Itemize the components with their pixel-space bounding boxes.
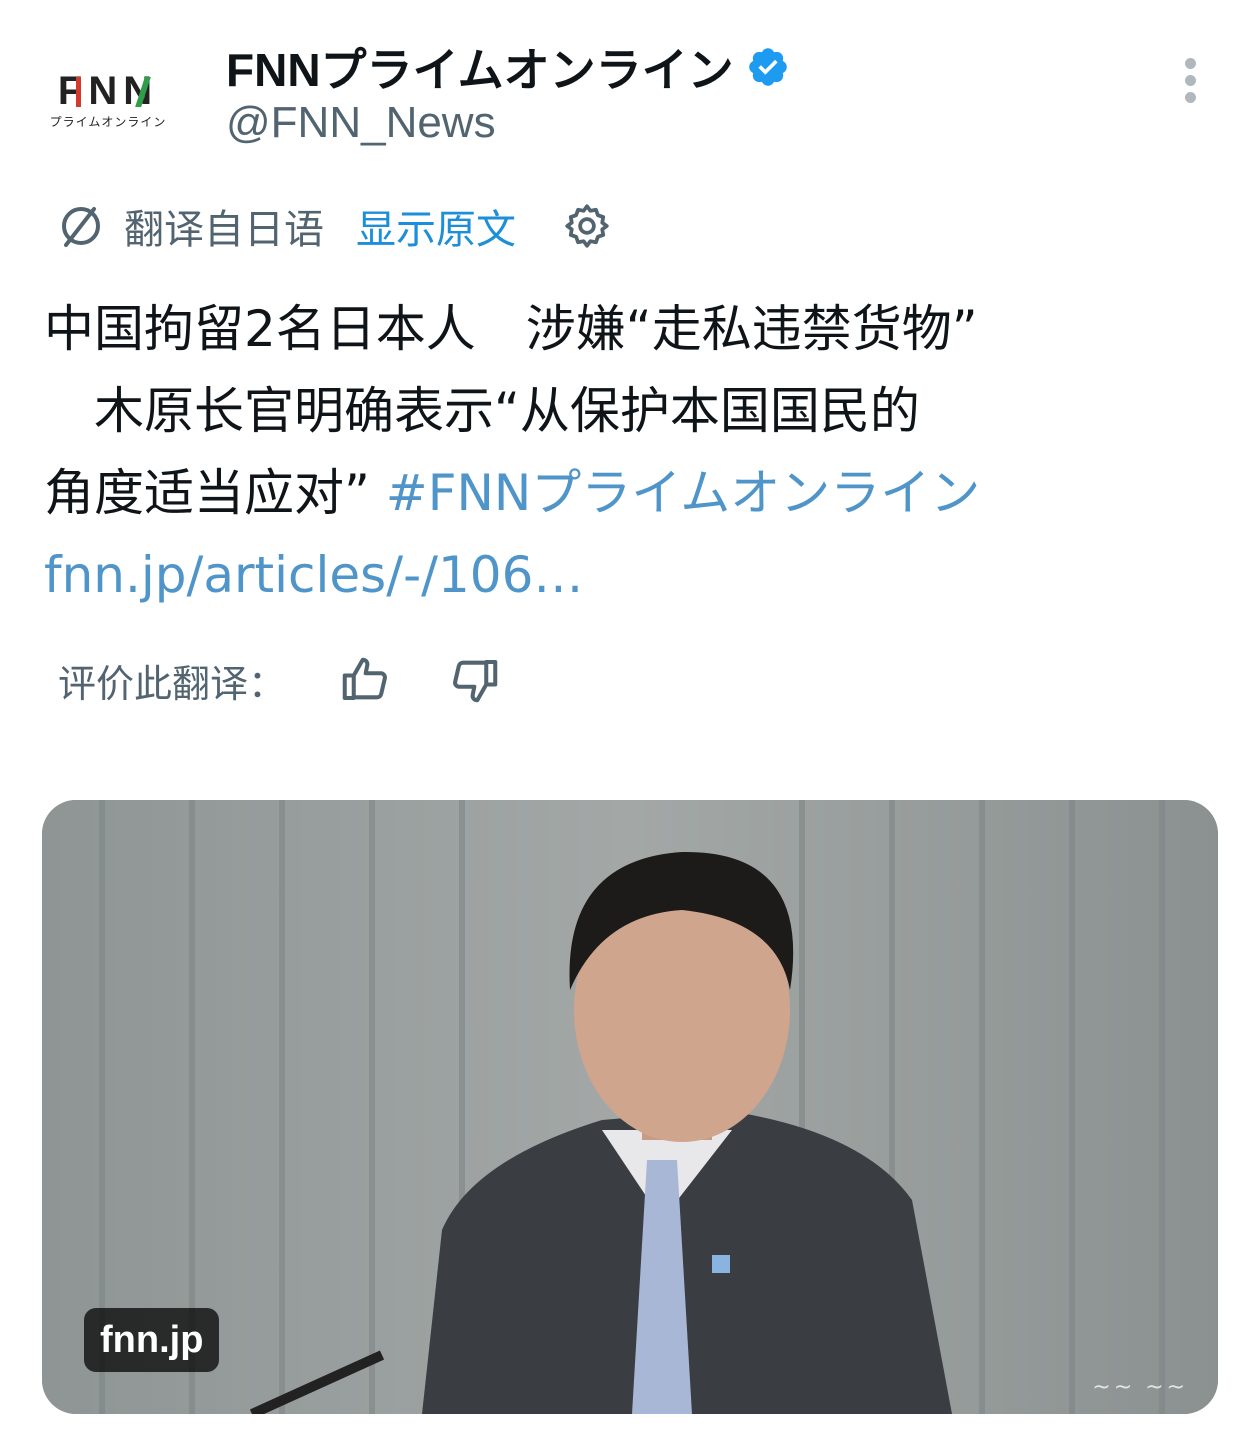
avatar-subtitle: プライムオンライン xyxy=(49,114,167,129)
thumb-down-icon[interactable] xyxy=(448,653,502,707)
tweet-text-line: 中国拘留2名日本人 涉嫌“走私违禁货物” xyxy=(44,300,978,358)
watermark: ~~ ~~ xyxy=(1092,1375,1188,1400)
tweet-text: 中国拘留2名日本人 涉嫌“走私违禁货物” 木原长官明确表示“从保护本国国民的 角… xyxy=(44,288,1224,616)
display-name-text[interactable]: FNNプライムオンライン xyxy=(226,34,734,100)
avatar[interactable]: FNN プライムオンライン xyxy=(46,38,170,162)
tweet-header: FNN プライムオンライン FNNプライムオンライン @FNN_News xyxy=(0,0,1260,180)
more-vertical-icon[interactable] xyxy=(1176,58,1204,108)
rate-translation-bar: 评价此翻译： xyxy=(58,650,558,710)
verified-badge-icon xyxy=(748,48,787,86)
translation-bar: 翻译自日语 显示原文 xyxy=(56,194,612,258)
translated-from-label: 翻译自日语 xyxy=(124,207,324,253)
media-card[interactable]: fnn.jp ~~ ~~ xyxy=(42,800,1218,1414)
translate-globe-icon xyxy=(62,207,100,247)
hashtag-link[interactable]: #FNNプライムオンライン xyxy=(386,464,980,522)
gear-icon[interactable] xyxy=(562,201,612,251)
rate-translation-label: 评价此翻译： xyxy=(58,661,287,706)
fnn-logo: FNN xyxy=(57,68,159,113)
user-handle[interactable]: @FNN_News xyxy=(226,98,496,148)
display-name[interactable]: FNNプライムオンライン xyxy=(226,34,790,100)
show-original-link[interactable]: 显示原文 xyxy=(356,197,516,255)
article-url-link[interactable]: fnn.jp/articles/-/106… xyxy=(44,546,583,604)
tweet-text-line: 角度适当应对” xyxy=(44,464,386,522)
media-domain-label: fnn.jp xyxy=(84,1308,220,1372)
thumb-up-icon[interactable] xyxy=(338,653,392,707)
tweet-text-line: 木原长官明确表示“从保护本国国民的 xyxy=(44,382,920,440)
